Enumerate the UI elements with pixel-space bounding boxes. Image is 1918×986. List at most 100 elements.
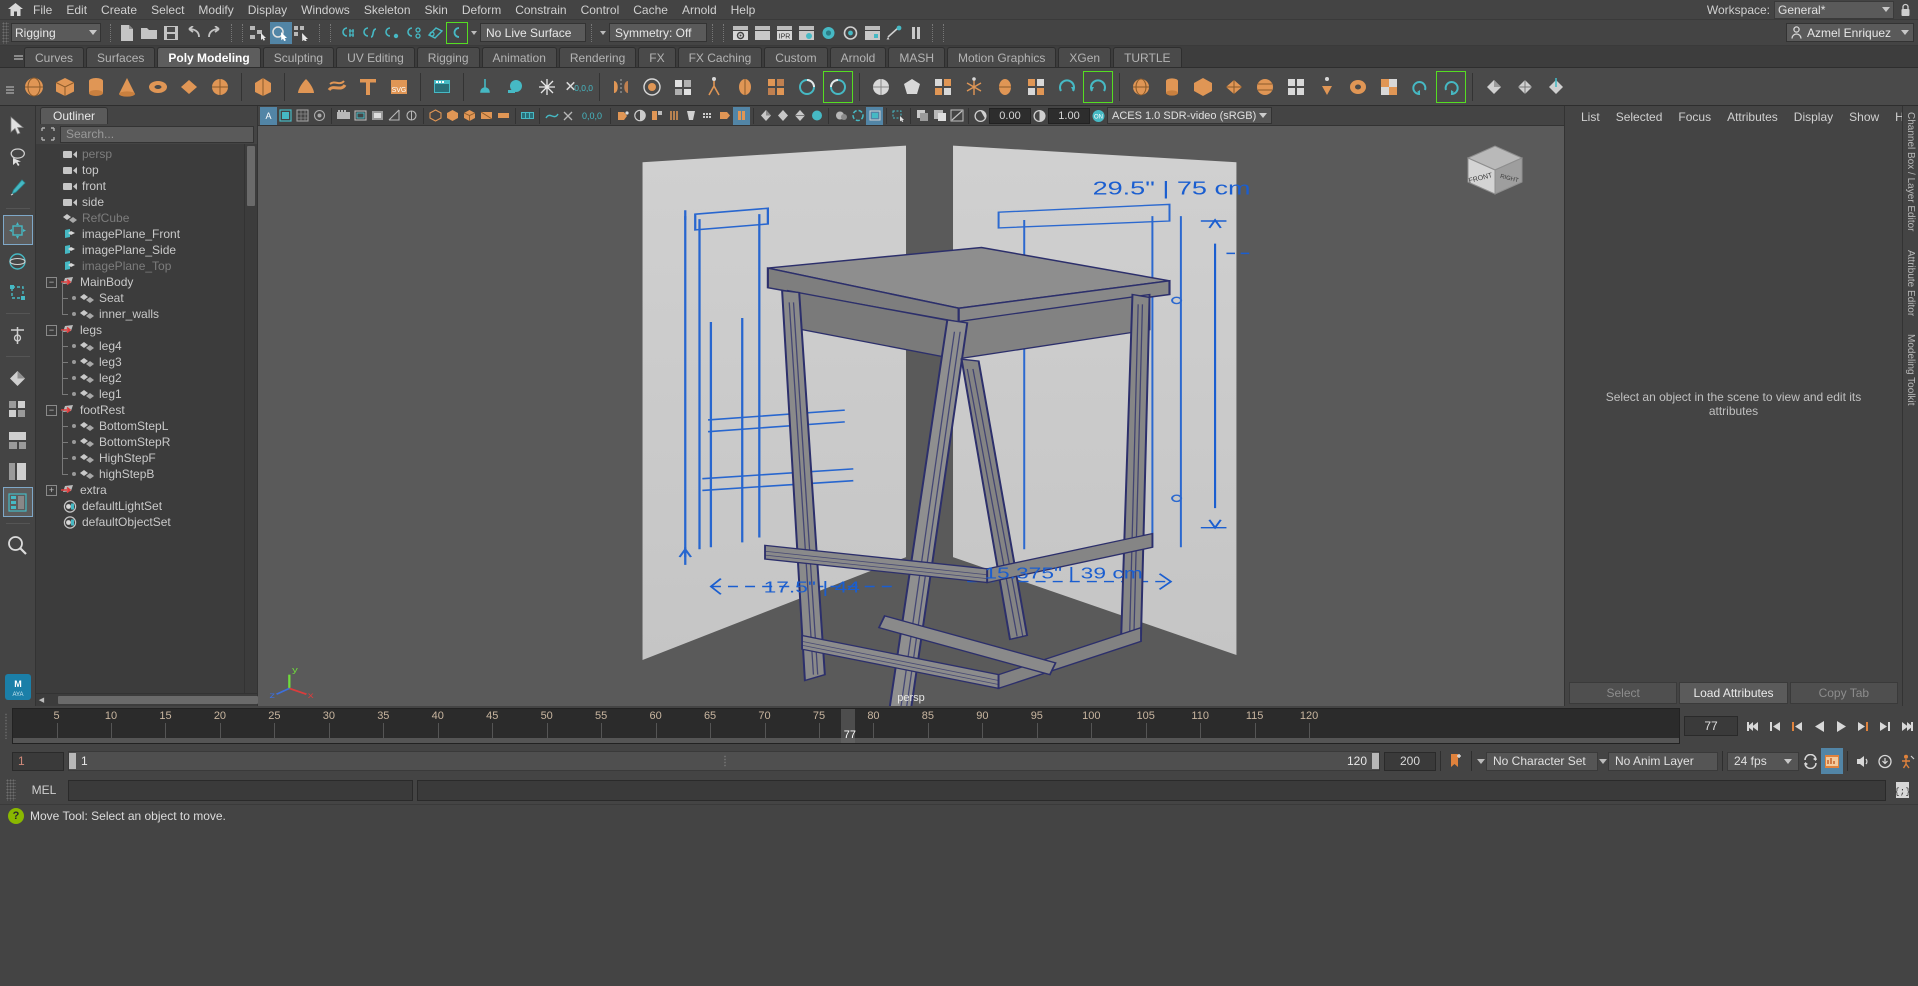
menu-deform[interactable]: Deform bbox=[455, 1, 508, 19]
range-drag-dots[interactable] bbox=[724, 755, 726, 767]
viewport-grid-icon[interactable] bbox=[294, 107, 311, 125]
viewport-sphere-icon[interactable] bbox=[808, 107, 825, 125]
shelf-tab-rendering[interactable]: Rendering bbox=[558, 47, 637, 67]
poly-cone-icon[interactable] bbox=[112, 71, 142, 103]
snap-coords-icon[interactable]: 0,0,0 bbox=[563, 71, 593, 103]
tab-channel-box-layer-editor[interactable]: Channel Box / Layer Editor bbox=[1905, 110, 1916, 234]
show-cameras-icon[interactable] bbox=[682, 107, 699, 125]
quad-draw-icon[interactable] bbox=[823, 71, 853, 103]
circularize-icon[interactable] bbox=[792, 71, 822, 103]
film-gate-icon[interactable] bbox=[335, 107, 352, 125]
exposure-control-icon[interactable] bbox=[386, 107, 403, 125]
render-current-frame-icon[interactable] bbox=[729, 22, 751, 44]
poly-sphere2-icon[interactable] bbox=[866, 71, 896, 103]
cube-uv-icon[interactable] bbox=[1188, 71, 1218, 103]
play-backwards-button[interactable] bbox=[1808, 713, 1830, 739]
smooth-shading-icon[interactable] bbox=[444, 107, 461, 125]
shelf-tab-poly-modeling[interactable]: Poly Modeling bbox=[157, 47, 261, 67]
ae-menu-list[interactable]: List bbox=[1573, 108, 1608, 126]
color-space-dropdown[interactable]: ACES 1.0 SDR-video (sRGB) bbox=[1107, 107, 1272, 124]
sphere-uv-icon[interactable] bbox=[1126, 71, 1156, 103]
shelf-tab-fx-caching[interactable]: FX Caching bbox=[677, 47, 763, 67]
two-sided-lighting-icon[interactable] bbox=[403, 107, 420, 125]
outliner-item-imageplane_top[interactable]: imagePlane_Top bbox=[36, 258, 244, 274]
menu-select[interactable]: Select bbox=[144, 1, 191, 19]
help-icon[interactable]: ? bbox=[8, 807, 24, 824]
bridge-icon[interactable] bbox=[761, 71, 791, 103]
select-tool[interactable] bbox=[3, 110, 33, 140]
poly-sphere-icon[interactable] bbox=[19, 71, 49, 103]
outliner-item-bottomstepr[interactable]: BottomStepR bbox=[36, 426, 244, 450]
shelf-tab-custom[interactable]: Custom bbox=[764, 47, 828, 67]
wireframe-shading-icon[interactable] bbox=[427, 107, 444, 125]
workspace-dropdown[interactable]: General* bbox=[1774, 0, 1894, 19]
outliner-item-highstepb[interactable]: highStepB bbox=[36, 458, 244, 482]
render-sequence-icon[interactable] bbox=[751, 22, 773, 44]
view-cube[interactable]: FRONT RIGHT bbox=[1460, 140, 1530, 200]
paint-select-tool[interactable] bbox=[3, 172, 33, 202]
viewport-ao-icon[interactable] bbox=[849, 107, 866, 125]
outliner-layout-tool[interactable] bbox=[3, 456, 33, 486]
character-set-chevron-icon[interactable] bbox=[1476, 752, 1486, 771]
ae-menu-display[interactable]: Display bbox=[1786, 108, 1841, 126]
spin-edge-forward-icon[interactable] bbox=[1052, 71, 1082, 103]
statusline-gripper[interactable] bbox=[2, 21, 9, 44]
lasso-tool[interactable] bbox=[3, 141, 33, 171]
outliner-item-imageplane_side[interactable]: imagePlane_Side bbox=[36, 242, 244, 258]
snap-to-view-plane-icon[interactable] bbox=[424, 22, 446, 44]
live-surface-field[interactable]: No Live Surface bbox=[480, 23, 586, 42]
select-component-icon[interactable] bbox=[292, 22, 314, 44]
user-account-dropdown[interactable]: Azmel Enriquez bbox=[1786, 23, 1914, 42]
home-icon[interactable] bbox=[4, 1, 26, 19]
menu-constrain[interactable]: Constrain bbox=[508, 1, 573, 19]
outliner-item-refcube[interactable]: RefCube bbox=[36, 210, 244, 226]
rotate-tool[interactable] bbox=[3, 246, 33, 276]
anim-layer-chevron-icon[interactable] bbox=[1598, 752, 1608, 771]
multi-cut-icon[interactable] bbox=[668, 71, 698, 103]
show-lights-icon[interactable] bbox=[665, 107, 682, 125]
animation-layers-icon[interactable] bbox=[1874, 748, 1896, 774]
menu-help[interactable]: Help bbox=[724, 1, 763, 19]
render-view-icon[interactable] bbox=[839, 22, 861, 44]
ae-menu-selected[interactable]: Selected bbox=[1608, 108, 1671, 126]
render-setup-icon[interactable] bbox=[861, 22, 883, 44]
auto-keyframe-toggle[interactable] bbox=[1445, 748, 1467, 774]
poly-prism-icon[interactable] bbox=[248, 71, 278, 103]
menu-skeleton[interactable]: Skeleton bbox=[357, 1, 418, 19]
outliner-expander-legs[interactable]: − bbox=[46, 324, 57, 336]
poly-plane-icon[interactable] bbox=[174, 71, 204, 103]
make-live-options-chevron-icon[interactable] bbox=[468, 22, 480, 44]
outliner-item-leg4[interactable]: leg4 bbox=[36, 330, 244, 354]
poly-cylinder-icon[interactable] bbox=[81, 71, 111, 103]
viewport-camera-attr-icon[interactable] bbox=[311, 107, 328, 125]
spin-edge-backward-icon[interactable] bbox=[1083, 71, 1113, 103]
display-wireframe-icon[interactable] bbox=[1510, 71, 1540, 103]
outliner-item-extra[interactable]: + extra bbox=[36, 482, 244, 498]
outliner-search-input[interactable] bbox=[60, 125, 254, 143]
crease-icon[interactable] bbox=[990, 71, 1020, 103]
outliner-vertical-scrollbar[interactable] bbox=[244, 144, 257, 693]
menu-arnold[interactable]: Arnold bbox=[675, 1, 724, 19]
script-editor-icon[interactable]: {;} bbox=[1890, 778, 1914, 802]
tab-modeling-toolkit[interactable]: Modeling Toolkit bbox=[1905, 332, 1916, 408]
persp-layout-tool[interactable] bbox=[3, 425, 33, 455]
loop-playback-icon[interactable] bbox=[1799, 748, 1821, 774]
auto-uv-icon[interactable] bbox=[1250, 71, 1280, 103]
ipr-render-icon[interactable]: IPR bbox=[773, 22, 795, 44]
shelf-tab-gripper[interactable] bbox=[12, 45, 24, 67]
play-forwards-button[interactable] bbox=[1830, 713, 1852, 739]
shelf-tab-animation[interactable]: Animation bbox=[481, 47, 557, 67]
menu-create[interactable]: Create bbox=[94, 1, 144, 19]
step-forward-button[interactable] bbox=[1874, 713, 1896, 739]
outliner-item-side[interactable]: side bbox=[36, 194, 244, 210]
boolean-icon[interactable] bbox=[470, 71, 500, 103]
command-language-label[interactable]: MEL bbox=[20, 783, 68, 797]
bevel-icon[interactable] bbox=[730, 71, 760, 103]
select-camera-icon[interactable]: A bbox=[260, 106, 277, 125]
outliner-item-leg1[interactable]: leg1 bbox=[36, 378, 244, 402]
outliner-item-defaultobjectset[interactable]: defaultObjectSet bbox=[36, 514, 244, 530]
symmetry-chevron-icon[interactable] bbox=[597, 22, 609, 44]
display-normals-icon[interactable] bbox=[1541, 71, 1571, 103]
quad-layout-tool[interactable] bbox=[3, 394, 33, 424]
menu-edit[interactable]: Edit bbox=[59, 1, 94, 19]
